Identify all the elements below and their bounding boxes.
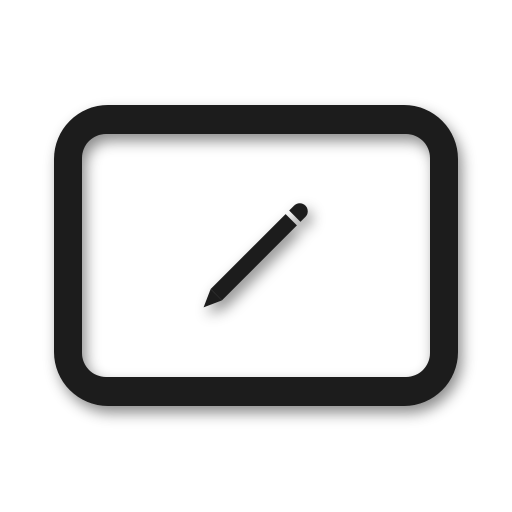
pencil-group	[203, 203, 308, 308]
pencil-body	[210, 214, 297, 301]
pencil-icon	[203, 203, 308, 308]
edit-frame-icon	[54, 105, 458, 406]
app-icon-canvas	[0, 0, 512, 512]
pencil-eraser	[289, 203, 308, 222]
